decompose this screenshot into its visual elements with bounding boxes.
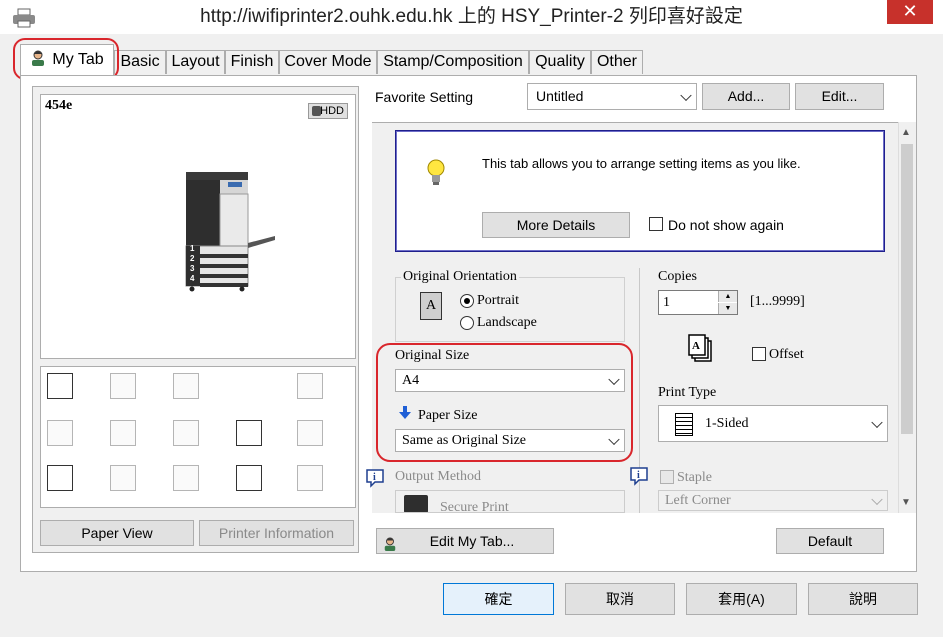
edit-button[interactable]: Edit... <box>795 83 884 110</box>
tab-layout[interactable]: Layout <box>166 50 225 74</box>
output-method-label: Output Method <box>395 469 481 484</box>
default-button[interactable]: Default <box>776 528 884 554</box>
cancel-button[interactable]: 取消 <box>565 583 675 615</box>
scrollbar-thumb[interactable] <box>901 144 913 434</box>
staple-select[interactable]: Left Corner <box>658 490 888 511</box>
copies-range: [1...9999] <box>750 294 805 309</box>
more-details-button[interactable]: More Details <box>482 212 630 238</box>
offset-icon: A <box>687 333 713 363</box>
secure-print-icon <box>404 495 428 512</box>
hdd-label: HDD <box>320 105 344 117</box>
hdd-icon <box>312 106 321 116</box>
add-button[interactable]: Add... <box>702 83 790 110</box>
landscape-label: Landscape <box>477 315 537 330</box>
copies-spin-down[interactable]: ▼ <box>718 303 737 314</box>
rotate-icon[interactable] <box>297 373 323 399</box>
model-name: 454e <box>45 98 73 113</box>
copy-pages-icon[interactable] <box>173 373 199 399</box>
page-layout-icon[interactable] <box>110 373 136 399</box>
copies-spin-up[interactable]: ▲ <box>718 291 737 302</box>
portrait-radio[interactable] <box>460 294 474 308</box>
print-type-label: Print Type <box>658 385 717 400</box>
stamp-icon[interactable] <box>297 420 323 446</box>
printer-illustration <box>180 168 280 293</box>
info-message: This tab allows you to arrange setting i… <box>482 156 801 171</box>
tab-cover-mode[interactable]: Cover Mode <box>279 50 377 74</box>
chevron-down-icon <box>871 493 883 505</box>
account-track-icon[interactable] <box>173 465 199 491</box>
printer-information-button[interactable]: Printer Information <box>199 520 354 546</box>
scroll-down-icon[interactable]: ▼ <box>901 497 911 508</box>
favorite-setting-select[interactable]: Untitled <box>527 83 697 110</box>
tray-3: 3 <box>190 264 195 273</box>
favorite-setting-value: Untitled <box>536 88 584 104</box>
staple-value: Left Corner <box>665 493 731 508</box>
tray-2: 2 <box>190 254 195 263</box>
print-type-icon <box>675 413 693 436</box>
highlight-my-tab <box>13 38 119 80</box>
svg-text:i: i <box>373 472 376 483</box>
close-button[interactable]: ✕ <box>887 0 933 24</box>
svg-text:A: A <box>692 340 700 352</box>
info-box <box>395 130 885 252</box>
svg-text:i: i <box>637 470 640 481</box>
user-auth-icon[interactable] <box>110 465 136 491</box>
tray-1: 1 <box>190 244 195 253</box>
form-icon[interactable] <box>236 420 262 446</box>
chevron-down-icon <box>680 89 692 101</box>
output-method-select[interactable]: Secure Print <box>395 490 625 513</box>
tab-other[interactable]: Other <box>591 50 643 74</box>
help-button[interactable]: 說明 <box>808 583 918 615</box>
copies-value: 1 <box>663 295 670 310</box>
highlight-size-settings <box>376 343 633 462</box>
document-stack-icon[interactable] <box>47 420 73 446</box>
info-icon[interactable]: i <box>365 468 385 488</box>
output-method-icon[interactable] <box>47 373 73 399</box>
lightbulb-icon <box>426 158 446 186</box>
landscape-radio[interactable] <box>460 316 474 330</box>
ok-button[interactable]: 確定 <box>443 583 554 615</box>
orientation-label: Original Orientation <box>401 269 519 285</box>
apply-button[interactable]: 套用(A) <box>686 583 797 615</box>
info-icon[interactable]: i <box>629 466 649 486</box>
schedule-icon[interactable] <box>236 465 262 491</box>
print-type-select[interactable]: 1-Sided <box>658 405 888 442</box>
edit-my-tab-label: Edit My Tab... <box>429 533 515 549</box>
orientation-icon: A <box>420 292 442 320</box>
scroll-up-icon[interactable]: ▲ <box>901 127 911 138</box>
edit-my-tab-button[interactable]: Edit My Tab... <box>376 528 554 554</box>
offset-label: Offset <box>769 347 804 362</box>
font-size-icon[interactable] <box>173 420 199 446</box>
tab-finish[interactable]: Finish <box>225 50 279 74</box>
copies-label: Copies <box>658 269 697 284</box>
hdd-badge: HDD <box>308 103 348 119</box>
print-type-value: 1-Sided <box>705 416 749 431</box>
document-icon[interactable] <box>47 465 73 491</box>
tab-quality[interactable]: Quality <box>529 50 591 74</box>
output-method-value: Secure Print <box>440 500 509 513</box>
paper-view-button[interactable]: Paper View <box>40 520 194 546</box>
staple-checkbox[interactable] <box>660 470 674 484</box>
tab-basic[interactable]: Basic <box>114 50 166 74</box>
multi-page-icon[interactable] <box>110 420 136 446</box>
do-not-show-checkbox[interactable] <box>649 217 663 231</box>
offset-checkbox[interactable] <box>752 347 766 361</box>
tray-4: 4 <box>190 274 195 283</box>
do-not-show-label: Do not show again <box>668 217 784 233</box>
user-icon <box>383 534 397 551</box>
overlay-icon[interactable] <box>297 465 323 491</box>
favorite-setting-label: Favorite Setting <box>375 89 474 105</box>
chevron-down-icon <box>871 416 883 428</box>
window-title: http://iwifiprinter2.ouhk.edu.hk 上的 HSY_… <box>200 6 743 27</box>
tab-stamp-composition[interactable]: Stamp/Composition <box>377 50 529 74</box>
staple-label: Staple <box>677 470 712 485</box>
portrait-label: Portrait <box>477 293 519 308</box>
